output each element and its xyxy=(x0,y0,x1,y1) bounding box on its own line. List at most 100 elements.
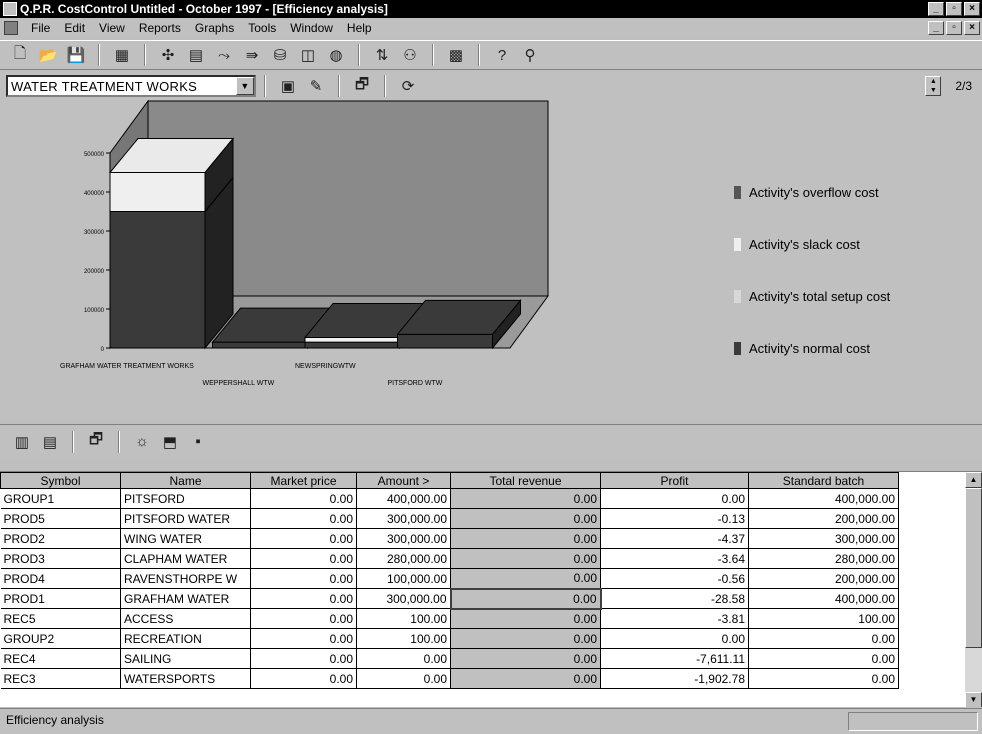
table-cell[interactable]: PROD4 xyxy=(0,568,121,589)
app-icon[interactable] xyxy=(3,2,17,16)
column-header-profit[interactable]: Profit xyxy=(600,472,749,489)
table-cell[interactable]: PROD2 xyxy=(0,528,121,549)
window-icon[interactable]: ◫ xyxy=(296,44,320,66)
doc-minimize-button[interactable]: _ xyxy=(928,21,944,35)
table-icon[interactable]: ▥ xyxy=(10,431,34,453)
disk-icon[interactable]: ▪ xyxy=(186,431,210,453)
table-cell[interactable]: ACCESS xyxy=(120,608,251,629)
scroll-up-button[interactable]: ▲ xyxy=(965,472,982,488)
table-cell[interactable]: RECREATION xyxy=(120,628,251,649)
table-cell[interactable]: 400,000.00 xyxy=(356,488,451,509)
highlight-icon[interactable]: ☼ xyxy=(130,431,154,453)
table-cell[interactable]: 100.00 xyxy=(748,608,899,629)
menu-window[interactable]: Window xyxy=(283,21,340,35)
table-cell[interactable]: 300,000.00 xyxy=(356,588,451,609)
column-header-amount[interactable]: Amount > xyxy=(356,472,451,489)
table-cell[interactable]: 0.00 xyxy=(600,628,749,649)
unit-selector[interactable]: WATER TREATMENT WORKS ▼ xyxy=(6,75,256,97)
table-cell[interactable]: 0.00 xyxy=(250,668,357,689)
table-row[interactable]: REC4 SAILING 0.00 0.00 0.00 -7,611.11 0.00 xyxy=(0,648,899,669)
column-header-market-price[interactable]: Market price xyxy=(250,472,357,489)
doc-restore-button[interactable]: ▫ xyxy=(946,21,962,35)
graph-view-icon[interactable]: ▣ xyxy=(276,75,300,97)
table-cell[interactable]: 0.00 xyxy=(748,628,899,649)
refresh-icon[interactable]: ⟳ xyxy=(396,75,420,97)
table-cell[interactable]: 0.00 xyxy=(450,528,601,549)
table-cell[interactable]: PROD1 xyxy=(0,588,121,609)
table-cell[interactable]: 400,000.00 xyxy=(748,488,899,509)
table-cell[interactable]: REC3 xyxy=(0,668,121,689)
table-cell[interactable]: 200,000.00 xyxy=(748,568,899,589)
table-cell[interactable]: -3.81 xyxy=(600,608,749,629)
properties-icon[interactable]: 🗗 xyxy=(350,75,374,97)
table-cell[interactable]: -28.58 xyxy=(600,588,749,609)
import-icon[interactable]: ⬒ xyxy=(158,431,182,453)
table-cell[interactable]: 280,000.00 xyxy=(748,548,899,569)
table-cell[interactable]: 300,000.00 xyxy=(356,528,451,549)
table-cell[interactable]: 100.00 xyxy=(356,628,451,649)
table-cell[interactable]: 0.00 xyxy=(250,528,357,549)
table-cell[interactable]: 0.00 xyxy=(450,568,601,589)
table-cell[interactable]: 0.00 xyxy=(250,608,357,629)
table-cell[interactable]: 0.00 xyxy=(450,488,601,509)
column-header-name[interactable]: Name xyxy=(120,472,251,489)
new-icon[interactable]: 🗋 xyxy=(8,44,32,66)
menu-help[interactable]: Help xyxy=(340,21,379,35)
menu-tools[interactable]: Tools xyxy=(241,21,283,35)
table-cell[interactable]: 0.00 xyxy=(250,648,357,669)
table-cell[interactable]: REC5 xyxy=(0,608,121,629)
help-icon[interactable]: ? xyxy=(490,44,514,66)
table-cell[interactable]: 0.00 xyxy=(450,508,601,529)
globe-icon[interactable]: ◍ xyxy=(324,44,348,66)
table-row[interactable]: REC3 WATERSPORTS 0.00 0.00 0.00 -1,902.78 0.00 xyxy=(0,668,899,689)
open-icon[interactable]: 📂 xyxy=(36,44,60,66)
table-cell[interactable]: -1,902.78 xyxy=(600,668,749,689)
table-row[interactable]: GROUP1 PITSFORD 0.00 400,000.00 0.00 0.00 400,… xyxy=(0,488,899,509)
table-row[interactable]: REC5 ACCESS 0.00 100.00 0.00 -3.81 100.00 xyxy=(0,608,899,629)
table-cell[interactable]: -3.64 xyxy=(600,548,749,569)
table-cell[interactable]: 300,000.00 xyxy=(356,508,451,529)
doc-close-button[interactable]: × xyxy=(964,21,980,35)
menu-file[interactable]: File xyxy=(24,21,57,35)
scroll-down-button[interactable]: ▼ xyxy=(965,692,982,707)
column-header-total-revenue[interactable]: Total revenue xyxy=(450,472,601,489)
arrow-icon[interactable]: ⇛ xyxy=(240,44,264,66)
database-icon[interactable]: ⛁ xyxy=(268,44,292,66)
calculator-icon[interactable]: ▩ xyxy=(444,44,468,66)
table-cell[interactable]: 0.00 xyxy=(450,648,601,669)
flow-icon[interactable]: ⤳ xyxy=(212,44,236,66)
menu-edit[interactable]: Edit xyxy=(57,21,92,35)
column-header-symbol[interactable]: Symbol xyxy=(0,472,121,489)
table-cell[interactable]: WING WATER xyxy=(120,528,251,549)
table-cell[interactable]: 300,000.00 xyxy=(748,528,899,549)
restore-button[interactable]: ▫ xyxy=(946,2,962,16)
chevron-down-icon[interactable]: ▼ xyxy=(236,77,254,95)
table-cell[interactable]: 0.00 xyxy=(250,488,357,509)
page-spinner[interactable]: ▲ ▼ xyxy=(925,76,942,96)
table-row[interactable]: PROD3 CLAPHAM WATER 0.00 280,000.00 0.00 -3.6… xyxy=(0,548,899,569)
table-row[interactable]: PROD4 RAVENSTHORPE W 0.00 100,000.00 0.00 -0.… xyxy=(0,568,899,589)
table-cell[interactable]: 0.00 xyxy=(250,628,357,649)
table-cell[interactable]: 400,000.00 xyxy=(748,588,899,609)
table-cell[interactable]: PITSFORD xyxy=(120,488,251,509)
table-cell[interactable]: -4.37 xyxy=(600,528,749,549)
table-cell[interactable]: PROD3 xyxy=(0,548,121,569)
wand-icon[interactable]: ⚲ xyxy=(518,44,542,66)
table-cell[interactable]: CLAPHAM WATER xyxy=(120,548,251,569)
table-cell[interactable]: 0.00 xyxy=(450,548,601,569)
table-cell[interactable]: 100.00 xyxy=(356,608,451,629)
table-row[interactable]: GROUP2 RECREATION 0.00 100.00 0.00 0.00 0.00 xyxy=(0,628,899,649)
properties-icon[interactable]: 🗗 xyxy=(84,431,108,453)
table-cell[interactable]: GROUP2 xyxy=(0,628,121,649)
table-cell[interactable]: 100,000.00 xyxy=(356,568,451,589)
edit-graph-icon[interactable]: ✎ xyxy=(304,75,328,97)
table-cell[interactable]: 0.00 xyxy=(450,628,601,649)
table-row[interactable]: PROD5 PITSFORD WATER 0.00 300,000.00 0.00 -0.… xyxy=(0,508,899,529)
table-cell[interactable]: REC4 xyxy=(0,648,121,669)
table-cell[interactable]: 0.00 xyxy=(450,668,601,689)
table-cell[interactable]: 0.00 xyxy=(250,508,357,529)
close-button[interactable]: × xyxy=(964,2,980,16)
document-icon[interactable] xyxy=(4,21,18,35)
table-cell[interactable]: -0.56 xyxy=(600,568,749,589)
table-cell[interactable]: 0.00 xyxy=(250,548,357,569)
